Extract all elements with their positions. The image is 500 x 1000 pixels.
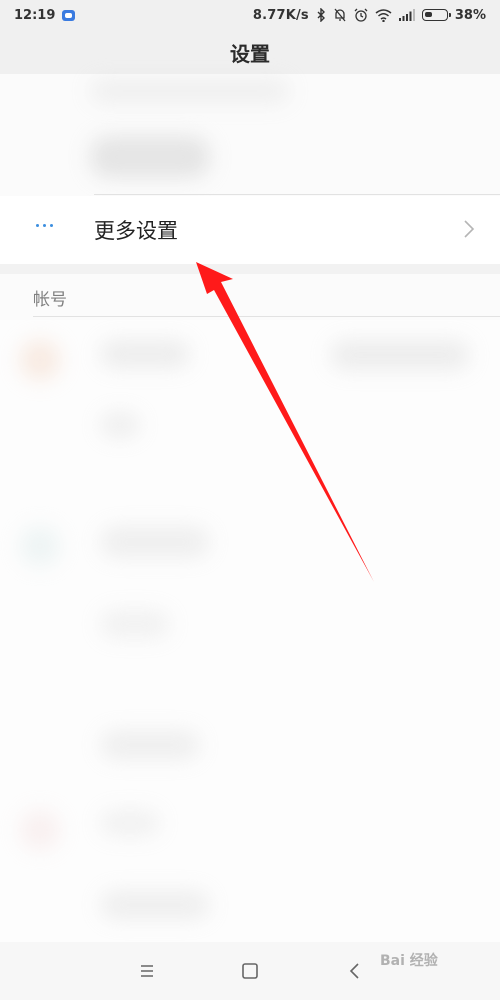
blurred-settings-list <box>0 320 500 942</box>
blurred-content <box>100 890 210 920</box>
blurred-content <box>90 136 210 178</box>
blurred-content <box>20 526 60 566</box>
blurred-content <box>20 340 60 380</box>
back-icon[interactable] <box>342 958 368 984</box>
battery-icon <box>421 9 451 21</box>
more-settings-label: 更多设置 <box>94 219 178 243</box>
blurred-content <box>100 610 170 638</box>
account-section-label: 帐号 <box>33 290 67 310</box>
blurred-content <box>100 526 210 558</box>
wifi-icon <box>375 8 392 22</box>
blurred-profile-card <box>0 74 500 194</box>
divider <box>94 194 500 195</box>
network-speed: 8.77K/s <box>252 7 309 23</box>
battery-percent: 38% <box>454 7 486 23</box>
battery-fill <box>424 12 432 17</box>
home-icon[interactable] <box>237 958 263 984</box>
status-bar-left: 12:19 <box>14 7 76 23</box>
menu-icon[interactable] <box>134 958 160 984</box>
watermark: Bai 经验 <box>380 953 438 969</box>
divider <box>33 316 500 317</box>
title-bar: 设置 <box>0 30 500 74</box>
baidu-paw-icon <box>62 9 76 21</box>
blurred-content <box>20 810 60 850</box>
page-title: 设置 <box>230 41 270 66</box>
blurred-content <box>100 340 190 368</box>
status-bar: 12:19 8.77K/s 38% <box>0 0 500 30</box>
status-time: 12:19 <box>14 7 56 23</box>
mute-bell-icon <box>334 8 346 22</box>
blurred-content <box>100 412 140 438</box>
alarm-icon <box>354 8 368 22</box>
more-settings-row[interactable]: 更多设置 <box>0 196 500 264</box>
blurred-content <box>90 78 290 104</box>
status-bar-right: 8.77K/s 38% <box>253 8 486 23</box>
chevron-right-icon <box>464 220 475 238</box>
account-section-header: 帐号 <box>0 274 500 318</box>
bluetooth-icon <box>317 8 325 22</box>
signal-icon <box>398 9 415 21</box>
section-gap <box>0 264 500 274</box>
blurred-content <box>100 730 200 760</box>
blurred-content <box>100 810 160 836</box>
blurred-content <box>330 340 470 370</box>
more-dots-icon <box>36 224 53 227</box>
